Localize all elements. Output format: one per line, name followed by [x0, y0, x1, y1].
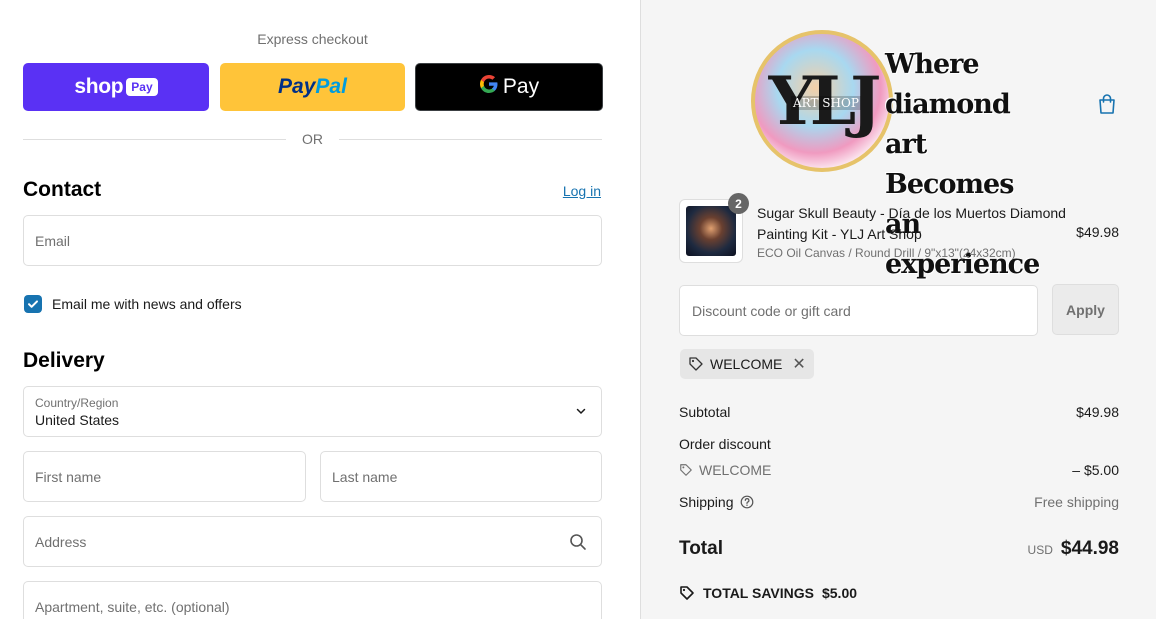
google-g-icon [479, 74, 499, 100]
help-circle-icon[interactable] [740, 495, 754, 509]
apply-button[interactable]: Apply [1052, 284, 1119, 335]
order-discount-row: Order discount [679, 436, 1119, 452]
applied-discount-code: WELCOME [710, 356, 783, 372]
address-field[interactable]: Address [23, 516, 602, 567]
remove-discount-icon[interactable]: ✕ [792, 354, 805, 374]
paypal-logo-part1: Pay [278, 75, 316, 98]
subtotal-value: $49.98 [1076, 404, 1119, 420]
total-label: Total [679, 538, 723, 559]
paypal-button[interactable]: Pay Pal [220, 63, 405, 111]
shop-pay-logo: shop [74, 75, 124, 98]
shop-pay-button[interactable]: shop Pay [23, 63, 209, 111]
country-select[interactable]: Country/Region United States [23, 386, 602, 437]
delivery-heading: Delivery [23, 349, 105, 372]
checkout-form: Express checkout shop Pay Pay Pal Pay OR … [0, 0, 641, 619]
email-field[interactable]: Email [23, 215, 602, 266]
last-name-field[interactable]: Last name [320, 451, 602, 502]
shipping-label-wrap: Shipping [679, 494, 754, 510]
first-name-field[interactable]: First name [23, 451, 306, 502]
logo-emblem: YLJ ART SHOP [751, 30, 893, 172]
google-pay-button[interactable]: Pay [415, 63, 603, 111]
check-icon [28, 300, 38, 308]
shipping-label: Shipping [679, 494, 734, 510]
paypal-logo-part2: Pal [315, 75, 347, 98]
discount-amount: – $5.00 [1072, 462, 1119, 478]
total-value: $44.98 [1060, 538, 1119, 559]
currency-code: USD [1027, 543, 1053, 557]
express-checkout-title: Express checkout [257, 31, 368, 47]
order-summary: YLJ ART SHOP Where diamond art Becomes a… [641, 0, 1156, 619]
shop-pay-pill: Pay [126, 78, 158, 96]
country-label: Country/Region [35, 396, 119, 410]
discount-code-row: WELCOME – $5.00 [679, 462, 1119, 478]
login-link[interactable]: Log in [563, 183, 601, 199]
tagline-line: art Becomes [885, 129, 1014, 200]
newsletter-checkbox-row[interactable]: Email me with news and offers [24, 295, 242, 313]
tag-icon [680, 586, 694, 600]
applied-discount-tag: WELCOME ✕ [680, 349, 814, 379]
apartment-field[interactable]: Apartment, suite, etc. (optional) [23, 581, 602, 619]
newsletter-checkbox[interactable] [24, 295, 42, 313]
total-row: Total USD $44.98 [679, 538, 1119, 560]
chevron-down-icon [576, 408, 586, 415]
subtotal-row: Subtotal $49.98 [679, 404, 1119, 420]
discount-code-text: WELCOME [699, 462, 772, 478]
divider-line [23, 138, 286, 140]
product-image [686, 206, 736, 256]
tagline-line: Where diamond [885, 49, 1011, 120]
newsletter-label: Email me with news and offers [52, 296, 242, 312]
product-price: $49.98 [1076, 224, 1119, 240]
product-variant: ECO Oil Canvas / Round Drill / 9"x13"(24… [757, 246, 1016, 260]
or-label: OR [302, 131, 323, 147]
brand-logo[interactable]: YLJ ART SHOP Where diamond art Becomes a… [751, 30, 1051, 280]
address-placeholder: Address [35, 533, 87, 550]
shopping-bag-icon[interactable] [1097, 93, 1117, 115]
tag-icon [680, 464, 692, 476]
savings-label: TOTAL SAVINGS [703, 585, 814, 601]
shipping-row: Shipping Free shipping [679, 494, 1119, 510]
divider-line [339, 138, 602, 140]
discount-code-input[interactable]: Discount code or gift card [679, 285, 1038, 336]
google-pay-label: Pay [502, 75, 540, 98]
order-discount-label: Order discount [679, 436, 771, 452]
total-amount: USD $44.98 [1028, 538, 1119, 560]
discount-code-label: WELCOME [679, 462, 771, 478]
shipping-value: Free shipping [1034, 494, 1119, 510]
or-divider: OR [23, 131, 602, 147]
quantity-badge: 2 [728, 193, 749, 214]
contact-heading: Contact [23, 178, 102, 201]
search-icon[interactable] [569, 533, 587, 551]
product-name: Sugar Skull Beauty - Día de los Muertos … [757, 205, 1066, 242]
savings-amount: $5.00 [821, 585, 858, 601]
country-value: United States [35, 412, 120, 428]
tag-icon [689, 357, 703, 371]
subtotal-label: Subtotal [679, 404, 731, 420]
total-savings: TOTAL SAVINGS $5.00 [679, 585, 857, 601]
logo-subtitle: ART SHOP [791, 96, 861, 110]
